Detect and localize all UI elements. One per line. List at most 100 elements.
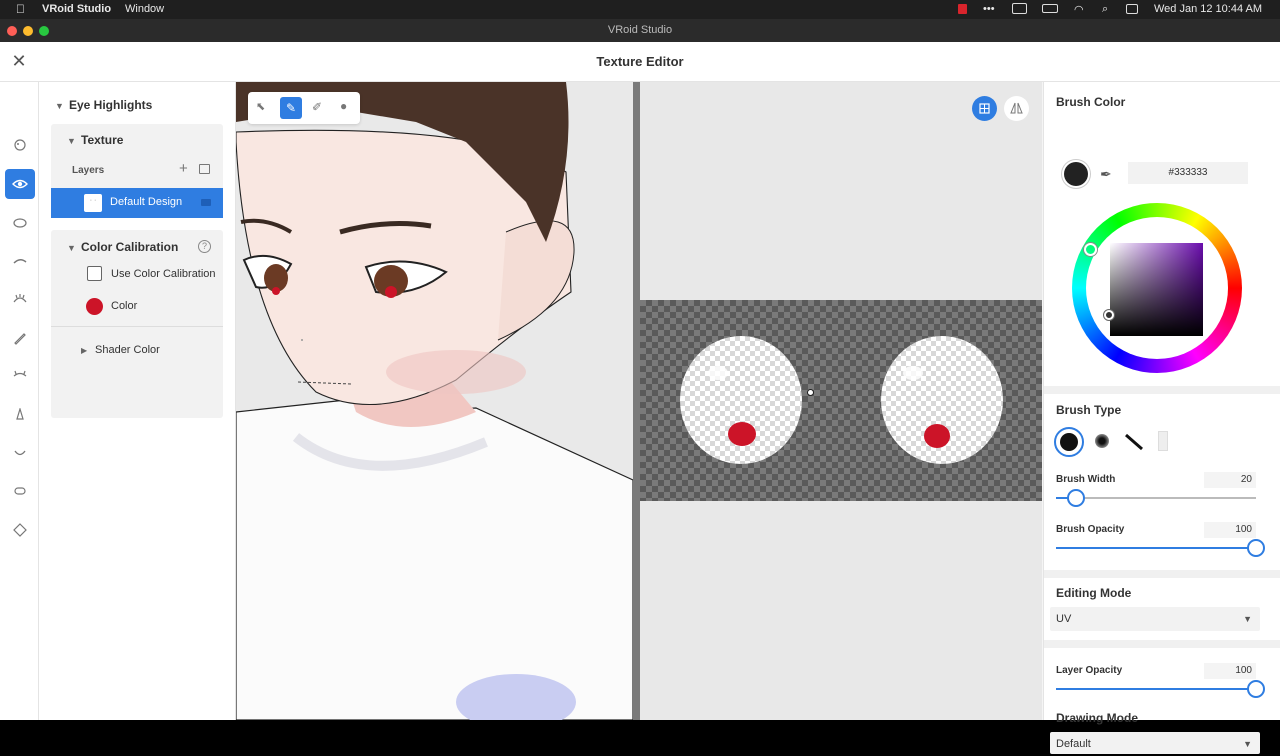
face-shape-icon[interactable]: [5, 515, 35, 545]
eyeliner-icon[interactable]: [5, 323, 35, 353]
window-titlebar: VRoid Studio: [0, 19, 1280, 42]
color-calibration-header[interactable]: ▼ Color Calibration: [67, 240, 178, 254]
texture-title: Texture: [81, 133, 124, 147]
color-calibration-card: ▼ Color Calibration ? Use Color Calibrati…: [51, 230, 223, 418]
right-eye-uv: [881, 336, 1003, 464]
iris-icon[interactable]: [5, 208, 35, 238]
left-eye-uv: [680, 336, 802, 464]
zoom-window-button[interactable]: [39, 26, 49, 36]
eye-highlights-title: Eye Highlights: [69, 98, 153, 112]
mouth-icon[interactable]: [5, 438, 35, 468]
brush-cursor: [807, 389, 814, 396]
section-separator: [1044, 570, 1280, 578]
brush-opacity-knob[interactable]: [1247, 539, 1265, 557]
wifi-icon[interactable]: ◠: [1074, 3, 1084, 16]
minimize-window-button[interactable]: [23, 26, 33, 36]
select-icon[interactable]: ⬉: [256, 100, 265, 113]
chevron-right-icon: ▶: [81, 346, 88, 355]
help-icon[interactable]: ?: [198, 240, 211, 253]
editing-mode-select[interactable]: UV ▼: [1050, 607, 1260, 631]
sv-handle[interactable]: [1104, 310, 1114, 320]
hard-brush-option[interactable]: [1054, 427, 1084, 457]
use-color-calibration-checkbox[interactable]: [87, 266, 102, 281]
spotlight-search-icon[interactable]: ⌕: [1102, 3, 1108, 16]
window-title: VRoid Studio: [607, 24, 673, 36]
left-highlight-stroke: [728, 422, 756, 446]
brush-width-slider[interactable]: [1056, 489, 1256, 507]
display-icon[interactable]: [1012, 3, 1027, 14]
use-color-calibration-label: Use Color Calibration: [111, 268, 216, 280]
nose-icon[interactable]: [5, 400, 35, 430]
brush-width-knob[interactable]: [1067, 489, 1085, 507]
app-menu[interactable]: VRoid Studio: [42, 3, 111, 15]
line-brush-option[interactable]: [1124, 433, 1144, 454]
face-icon[interactable]: [5, 130, 35, 160]
uv-texture-area[interactable]: [640, 300, 1042, 501]
texture-editor-app: ✕ Texture Editor ▼ Eye Highlights ▼ Text…: [0, 42, 1280, 754]
fill-icon[interactable]: ●: [340, 99, 347, 113]
layer-panel: ▼ Eye Highlights ▼ Texture Layers + · · De…: [39, 82, 236, 720]
soft-brush-option[interactable]: [1095, 434, 1109, 448]
add-layer-icon[interactable]: +: [179, 160, 188, 177]
close-window-button[interactable]: [7, 26, 17, 36]
eye-icon[interactable]: [5, 169, 35, 199]
right-highlight-blob: [903, 366, 923, 380]
layer-visibility-icon[interactable]: [201, 199, 211, 206]
3d-viewport[interactable]: ⬉ ✎ ✐ ●: [236, 82, 633, 720]
calibration-color-swatch[interactable]: [86, 298, 103, 315]
drawing-mode-value: Default: [1056, 738, 1091, 750]
uv-grid-toggle-icon[interactable]: [972, 96, 997, 121]
mirror-icon[interactable]: [1004, 96, 1029, 121]
texture-header[interactable]: ▼ Texture: [67, 133, 123, 147]
brush-settings-panel: Brush Color ✒ #333333 Brush Type Brush W…: [1043, 82, 1280, 754]
eyelid-icon[interactable]: [5, 361, 35, 391]
layer-name: Default Design: [110, 196, 183, 208]
apple-logo-icon[interactable]: : [16, 2, 25, 16]
brush-width-label: Brush Width: [1056, 474, 1116, 485]
eraser-icon[interactable]: ✐: [312, 100, 322, 114]
record-status-icon[interactable]: [958, 4, 967, 14]
color-label: Color: [111, 300, 138, 312]
section-separator: [1044, 386, 1280, 394]
more-icon[interactable]: •••: [983, 3, 995, 15]
view-divider[interactable]: [633, 82, 640, 720]
window-menu[interactable]: Window: [125, 3, 164, 15]
layer-thumbnail: · ·: [84, 194, 102, 212]
brush-opacity-slider[interactable]: [1056, 539, 1265, 557]
eyebrow-icon[interactable]: [5, 246, 35, 276]
layer-row-default-design[interactable]: · · Default Design: [51, 188, 223, 218]
chevron-down-icon: ▼: [1243, 739, 1252, 749]
eye-highlights-header[interactable]: ▼ Eye Highlights: [55, 98, 152, 112]
eyelash-icon[interactable]: [5, 284, 35, 314]
uv-canvas[interactable]: [640, 82, 1042, 720]
pen-icon[interactable]: ✎: [280, 97, 302, 119]
control-center-icon[interactable]: [1126, 4, 1138, 14]
editor-header: ✕ Texture Editor: [0, 42, 1280, 82]
eyedropper-icon[interactable]: ✒: [1100, 166, 1112, 183]
left-highlight-blob: [708, 366, 728, 380]
shader-color-header[interactable]: ▶ Shader Color: [81, 344, 160, 356]
drawing-mode-select[interactable]: Default ▼: [1050, 732, 1260, 754]
editor-title: Texture Editor: [596, 54, 684, 69]
layers-label: Layers: [72, 165, 105, 176]
battery-icon[interactable]: [1042, 4, 1058, 13]
system-menubar:  VRoid Studio Window ••• ◠ ⌕ Wed Jan 12…: [0, 0, 1280, 19]
texture-brush-option[interactable]: [1158, 431, 1168, 451]
section-separator: [1044, 640, 1280, 648]
ear-icon[interactable]: [5, 476, 35, 506]
brush-width-value[interactable]: 20: [1204, 472, 1256, 488]
brush-color-hex-field[interactable]: #333333: [1128, 162, 1248, 184]
menubar-clock[interactable]: Wed Jan 12 10:44 AM: [1154, 3, 1262, 15]
layer-opacity-value[interactable]: 100: [1204, 663, 1256, 679]
editing-mode-value: UV: [1056, 613, 1072, 625]
chevron-down-icon: ▼: [55, 101, 64, 111]
layer-opacity-knob[interactable]: [1247, 680, 1265, 698]
layer-opacity-slider[interactable]: [1056, 680, 1265, 698]
brush-color-swatch[interactable]: [1064, 162, 1088, 186]
saturation-value-square[interactable]: [1110, 243, 1203, 336]
chevron-down-icon: ▼: [1243, 614, 1252, 624]
hue-handle[interactable]: [1084, 243, 1097, 256]
brush-color-title: Brush Color: [1056, 95, 1126, 109]
brush-opacity-value[interactable]: 100: [1204, 522, 1256, 538]
add-image-layer-icon[interactable]: [199, 164, 210, 174]
